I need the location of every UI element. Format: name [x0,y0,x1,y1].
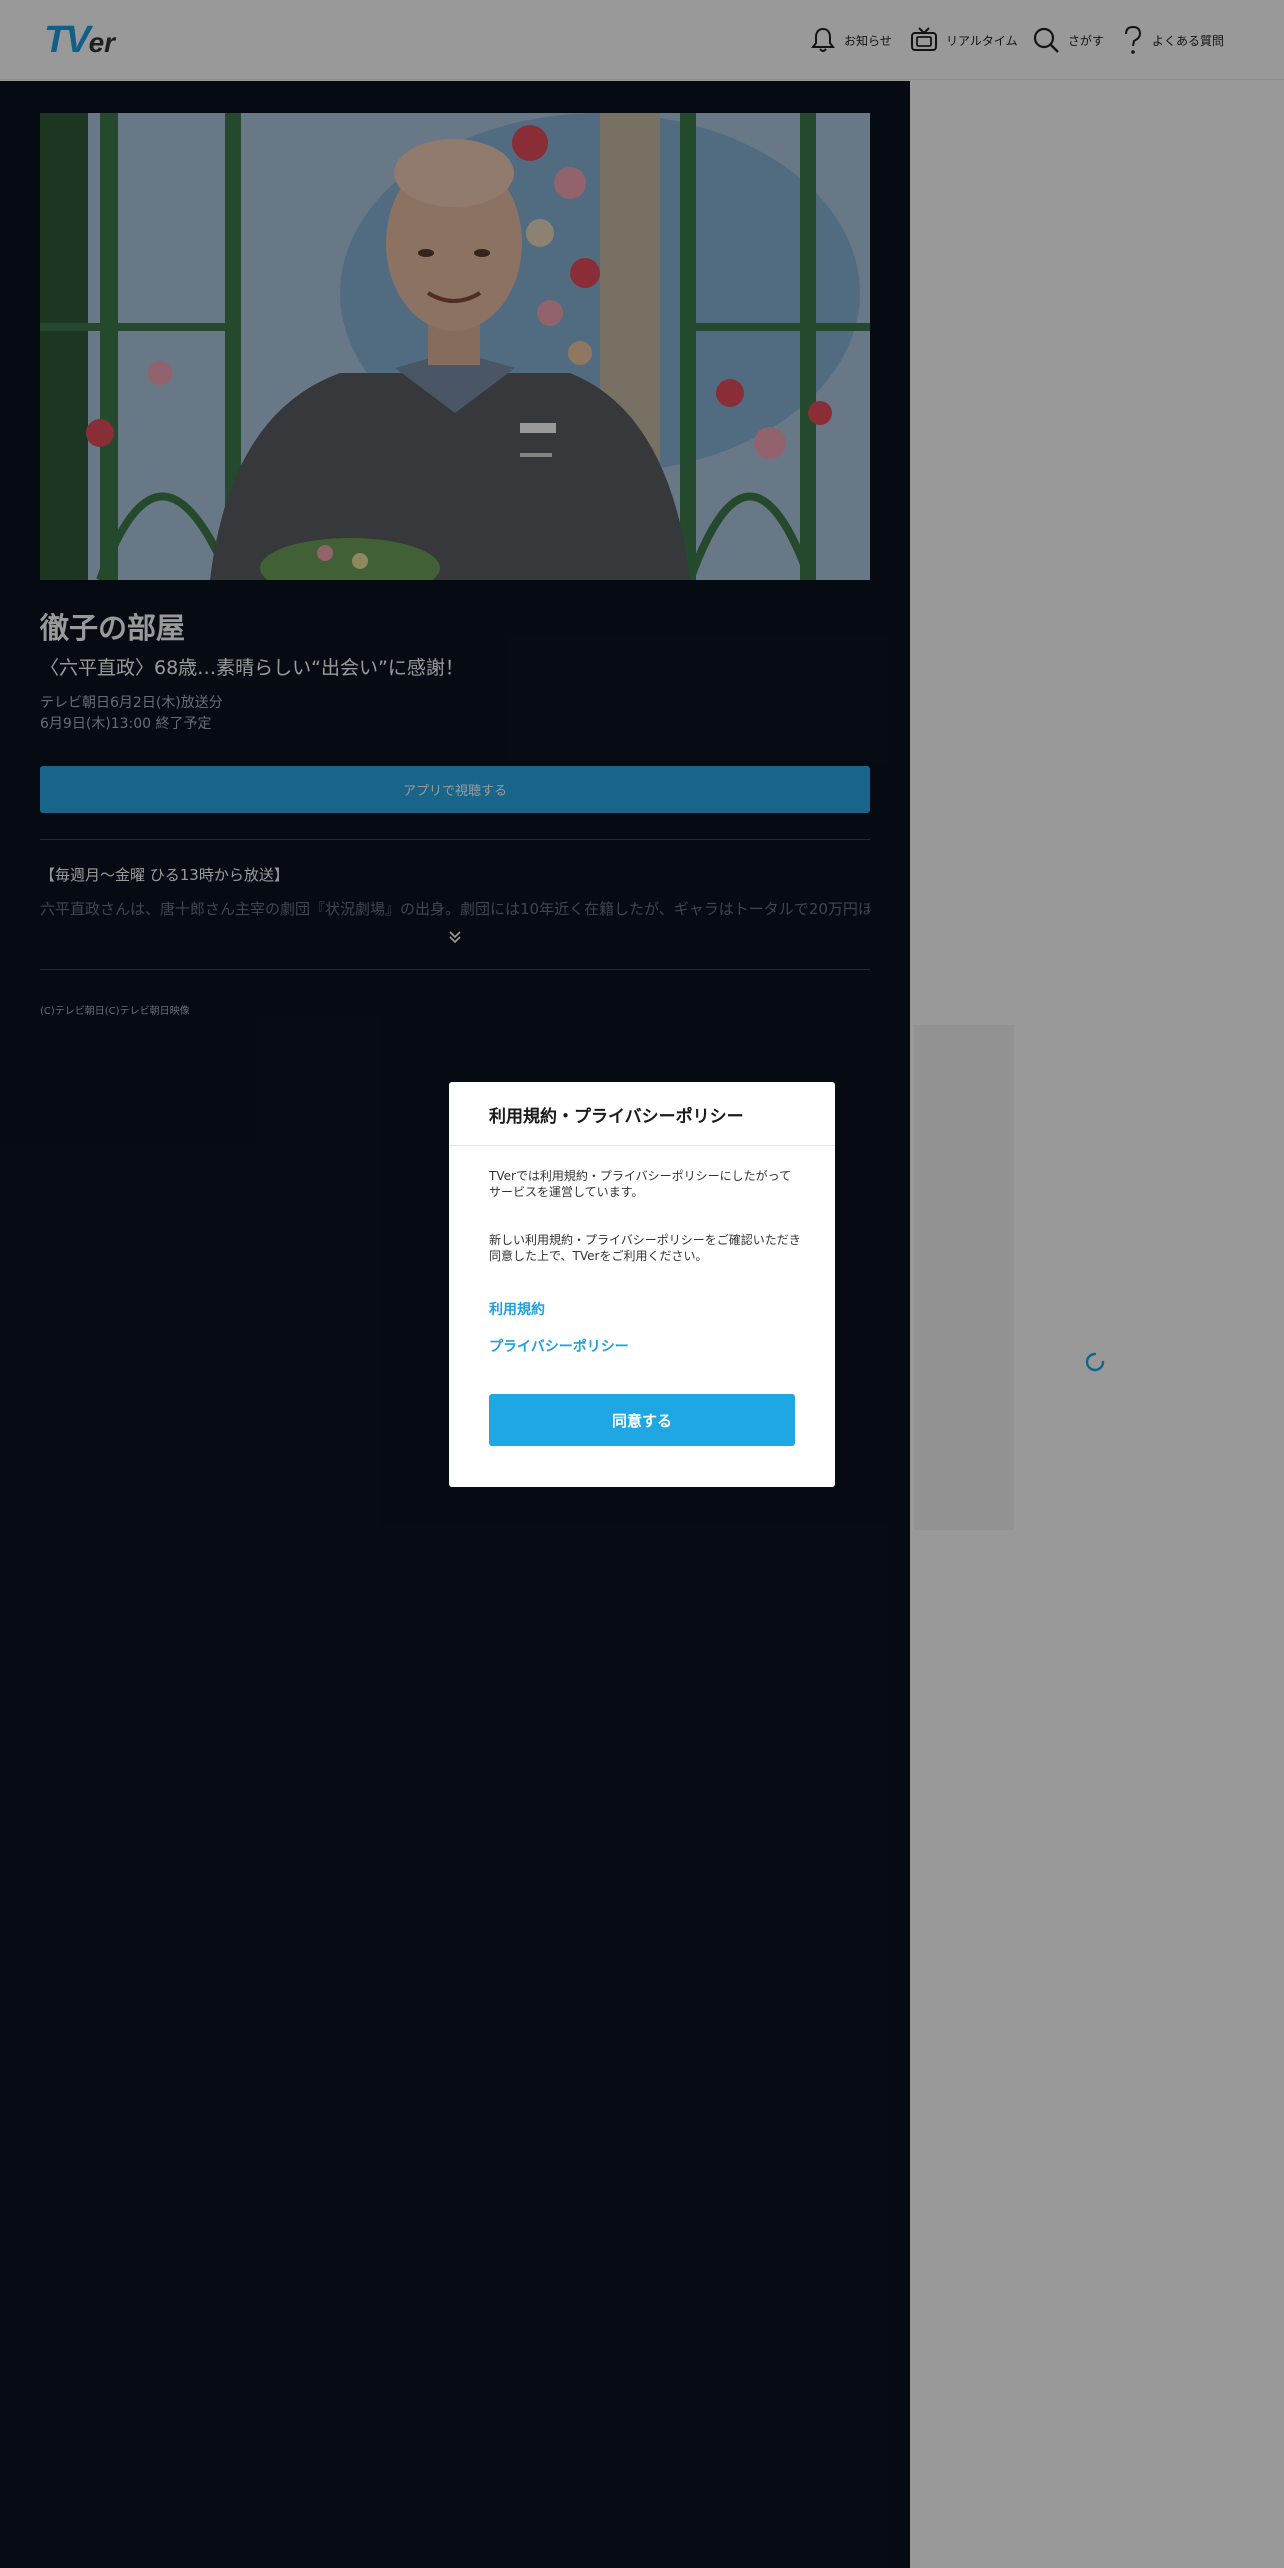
modal-text-2: 新しい利用規約・プライバシーポリシーをご確認いただき同意した上で、TVerをご利… [489,1233,801,1263]
modal-title: 利用規約・プライバシーポリシー [489,1107,744,1127]
agree-button[interactable]: 同意する [489,1394,795,1446]
privacy-policy-link[interactable]: プライバシーポリシー [489,1336,629,1356]
terms-modal: 利用規約・プライバシーポリシー TVerでは利用規約・プライバシーポリシーにした… [449,1082,835,1487]
terms-link[interactable]: 利用規約 [489,1299,545,1319]
modal-header: 利用規約・プライバシーポリシー [449,1082,835,1146]
modal-text-1: TVerでは利用規約・プライバシーポリシーにしたがってサービスを運営しています。 [489,1169,792,1199]
